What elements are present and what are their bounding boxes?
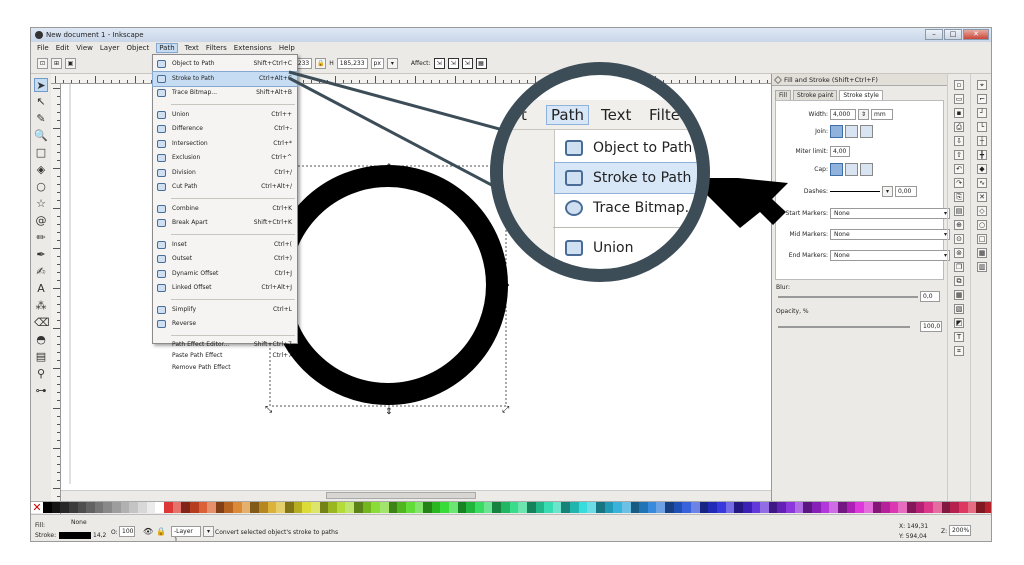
magnified-trace-bitmap[interactable]: Trace Bitmap... — [555, 193, 699, 223]
magnified-union[interactable]: Union — [555, 233, 697, 263]
magnified-menu-filters[interactable]: Filte — [649, 106, 680, 124]
magnified-item-label: Object to Path — [593, 140, 693, 156]
magnified-toolbar-strip — [503, 130, 555, 269]
trace-bitmap-icon — [565, 200, 583, 216]
magnified-separator — [553, 227, 697, 228]
stroke-to-path-icon — [565, 170, 583, 186]
magnified-menu-text[interactable]: Text — [601, 106, 631, 124]
magnified-stroke-to-path[interactable]: Stroke to Path — [554, 162, 697, 194]
magnified-object-to-path[interactable]: Object to Path — [555, 133, 697, 163]
object-to-path-icon — [565, 140, 583, 156]
magnified-view: t Path Text Filte Object to Path Stroke … — [503, 75, 697, 269]
magnified-menu-prev: t — [521, 106, 527, 124]
callout-line-bottom — [288, 76, 521, 202]
magnified-item-label: Union — [593, 240, 634, 256]
magnified-menu-path[interactable]: Path — [546, 105, 589, 125]
zoom-magnifier: t Path Text Filte Object to Path Stroke … — [490, 62, 710, 282]
magnified-menubar: t Path Text Filte — [503, 100, 697, 130]
magnified-item-label: Trace Bitmap... — [593, 200, 699, 216]
magnified-item-label: Stroke to Path — [593, 170, 692, 186]
union-icon — [565, 240, 583, 256]
